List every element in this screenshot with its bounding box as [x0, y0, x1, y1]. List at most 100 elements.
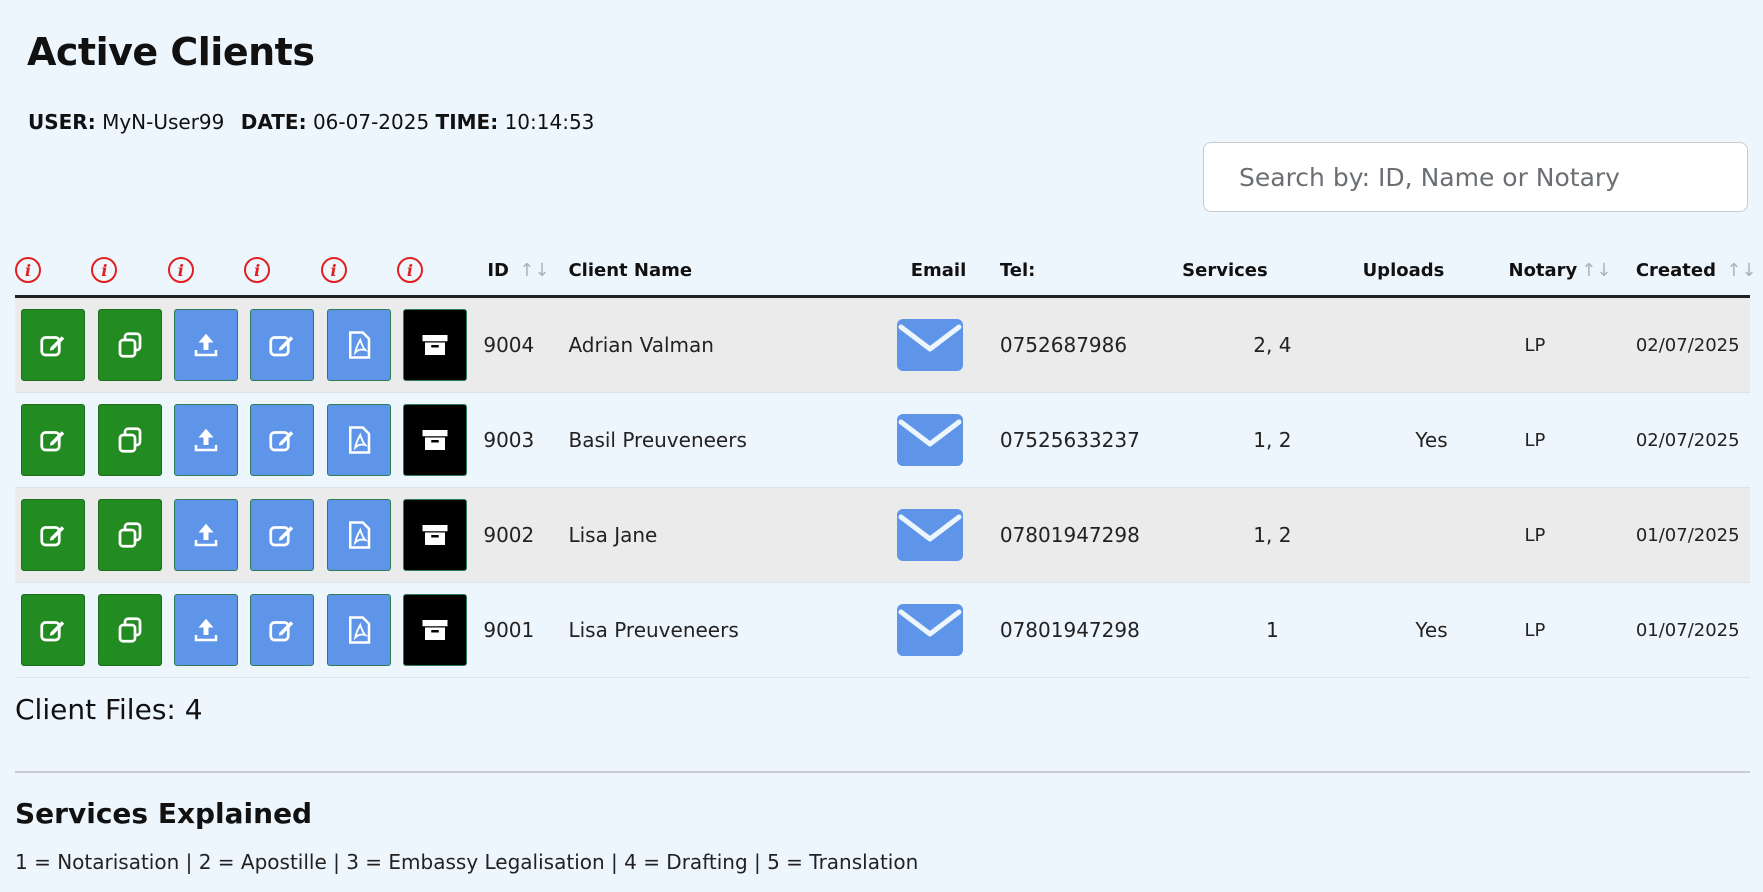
pdf-icon: [348, 616, 370, 644]
archive-button[interactable]: [403, 309, 468, 381]
client-notary: LP: [1500, 487, 1628, 583]
client-notary: LP: [1500, 392, 1628, 488]
client-created: 01/07/2025: [1627, 487, 1750, 583]
email-button[interactable]: [896, 509, 986, 561]
edit-icon: [40, 621, 65, 642]
upload-button[interactable]: [173, 499, 238, 571]
sort-icon[interactable]: ↑↓: [1726, 260, 1756, 281]
edit-button[interactable]: [21, 499, 86, 571]
user-label: USER:: [28, 110, 96, 134]
copy-button[interactable]: [97, 309, 162, 381]
mail-icon: [896, 604, 963, 656]
client-uploads: Yes: [1362, 582, 1501, 678]
copy-icon: [118, 427, 141, 453]
archive-button[interactable]: [403, 594, 468, 666]
archive-icon: [422, 620, 448, 640]
client-name: Basil Preuveneers: [562, 392, 897, 488]
upload-icon: [194, 618, 218, 642]
client-uploads: Yes: [1362, 392, 1501, 488]
table-row: 9001 Lisa Preuveneers 07801947298 1 Yes …: [15, 582, 1750, 678]
edit-button[interactable]: [21, 594, 86, 666]
info-header-copy[interactable]: i: [91, 245, 168, 298]
edit-button[interactable]: [21, 404, 86, 476]
mail-icon: [896, 509, 963, 561]
time-label: TIME:: [435, 110, 499, 134]
client-id: 9001: [473, 582, 563, 678]
id-header[interactable]: ID ↑↓: [473, 245, 563, 298]
client-tel: 07525633237: [985, 392, 1183, 488]
client-tel: 0752687986: [985, 296, 1183, 393]
pdf-icon: [348, 426, 370, 454]
client-id: 9003: [473, 392, 563, 488]
pdf-button[interactable]: [326, 404, 391, 476]
client-services: 1, 2: [1182, 392, 1363, 488]
edit-icon: [269, 621, 294, 642]
copy-icon: [118, 522, 141, 548]
info-icon[interactable]: i: [91, 257, 118, 283]
divider: [15, 771, 1750, 773]
info-icon[interactable]: i: [396, 257, 423, 283]
copy-button[interactable]: [97, 594, 162, 666]
info-header-archive[interactable]: i: [396, 245, 474, 298]
info-header-update[interactable]: i: [244, 245, 321, 298]
upload-icon: [194, 333, 218, 357]
uploads-header: Uploads: [1362, 245, 1501, 298]
sort-icon[interactable]: ↑↓: [519, 260, 549, 281]
archive-button[interactable]: [403, 404, 468, 476]
upload-button[interactable]: [173, 594, 238, 666]
archive-icon: [422, 430, 448, 450]
edit-button[interactable]: [21, 309, 86, 381]
info-icon[interactable]: i: [320, 257, 347, 283]
update-button[interactable]: [250, 404, 315, 476]
table-row: 9003 Basil Preuveneers 07525633237 1, 2 …: [15, 392, 1750, 488]
edit-icon: [269, 336, 294, 357]
archive-icon: [422, 525, 448, 545]
pdf-button[interactable]: [326, 309, 391, 381]
client-notary: LP: [1500, 296, 1628, 393]
upload-button[interactable]: [173, 309, 238, 381]
email-button[interactable]: [896, 604, 986, 656]
upload-icon: [194, 428, 218, 452]
sort-icon[interactable]: ↑↓: [1581, 260, 1611, 281]
info-icon[interactable]: i: [15, 257, 41, 283]
tel-header: Tel:: [985, 245, 1183, 298]
search-input[interactable]: [1203, 142, 1748, 212]
email-button[interactable]: [896, 414, 986, 466]
update-button[interactable]: [250, 594, 315, 666]
update-button[interactable]: [250, 499, 315, 571]
pdf-button[interactable]: [326, 499, 391, 571]
client-uploads: [1362, 296, 1501, 393]
id-header-label: ID: [487, 259, 509, 281]
copy-button[interactable]: [97, 499, 162, 571]
services-header: Services: [1182, 245, 1363, 298]
client-name: Lisa Preuveneers: [562, 582, 897, 678]
client-created: 02/07/2025: [1627, 392, 1750, 488]
pdf-button[interactable]: [326, 594, 391, 666]
archive-button[interactable]: [403, 499, 468, 571]
notary-header[interactable]: Notary ↑↓: [1500, 245, 1628, 298]
date-label: DATE:: [240, 110, 307, 134]
client-notary: LP: [1500, 582, 1628, 678]
created-header[interactable]: Created ↑↓: [1627, 245, 1756, 298]
time-value: 10:14:53: [504, 110, 595, 134]
info-icon[interactable]: i: [167, 257, 194, 283]
pdf-icon: [348, 331, 370, 359]
info-icon[interactable]: i: [244, 257, 271, 283]
client-id: 9002: [473, 487, 563, 583]
created-header-label: Created: [1635, 259, 1716, 281]
copy-button[interactable]: [97, 404, 162, 476]
client-files-count: Client Files: 4: [15, 693, 203, 726]
client-created: 01/07/2025: [1627, 582, 1750, 678]
info-header-upload[interactable]: i: [167, 245, 245, 298]
email-button[interactable]: [896, 319, 986, 371]
user-value: MyN-User99: [102, 110, 225, 134]
info-header-pdf[interactable]: i: [320, 245, 397, 298]
upload-button[interactable]: [173, 404, 238, 476]
services-title: Services Explained: [15, 797, 313, 830]
info-header-edit[interactable]: i: [15, 245, 92, 298]
services-legend: 1 = Notarisation | 2 = Apostille | 3 = E…: [15, 850, 919, 874]
client-tel: 07801947298: [985, 487, 1183, 583]
upload-icon: [194, 523, 218, 547]
update-button[interactable]: [250, 309, 315, 381]
mail-icon: [896, 319, 963, 371]
